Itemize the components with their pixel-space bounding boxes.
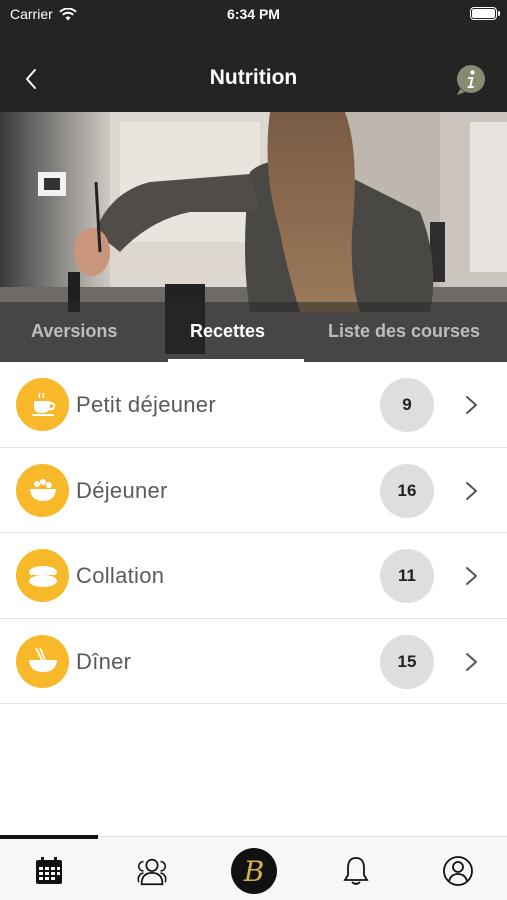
- info-icon: [457, 65, 485, 95]
- noodle-bowl-icon: [16, 634, 69, 688]
- recipe-count-badge: 11: [380, 549, 434, 603]
- status-time: 6:34 PM: [227, 6, 280, 22]
- category-label: Collation: [76, 563, 165, 588]
- brand-logo: B: [243, 854, 265, 888]
- status-bar: Carrier 6:34 PM: [0, 0, 507, 30]
- hero-photo: Aversions Recettes Liste des courses: [0, 112, 507, 362]
- battery-icon: [470, 7, 500, 20]
- category-label: Dîner: [76, 648, 132, 674]
- recipe-count-badge: 9: [380, 378, 434, 432]
- category-row-petit-dejeuner[interactable]: Petit déjeuner 9: [0, 362, 507, 448]
- active-tab-indicator: [0, 835, 98, 839]
- macaron-icon: [16, 549, 69, 602]
- page-title: Nutrition: [209, 66, 298, 89]
- category-label: Petit déjeuner: [76, 392, 216, 417]
- community-icon: [137, 858, 167, 886]
- category-row-collation[interactable]: Collation 11: [0, 533, 507, 619]
- category-row-diner[interactable]: Dîner 15: [0, 619, 507, 704]
- calendar-icon: [36, 857, 62, 884]
- category-row-dejeuner[interactable]: Déjeuner 16: [0, 448, 507, 533]
- coffee-cup-icon: [16, 378, 69, 431]
- tab-calendar[interactable]: [31, 853, 67, 889]
- tab-recettes[interactable]: Recettes: [190, 321, 265, 342]
- recipe-category-list: Petit déjeuner 9 Déjeuner 16 Collation 1…: [0, 362, 507, 704]
- chevron-right-icon: [466, 396, 477, 414]
- tab-liste-des-courses[interactable]: Liste des courses: [328, 321, 480, 342]
- nav-bar: Nutrition: [0, 30, 507, 112]
- info-button[interactable]: [455, 64, 487, 96]
- salad-bowl-icon: [16, 463, 69, 517]
- recipe-count-badge: 16: [380, 463, 434, 518]
- recipe-count-badge: 15: [380, 634, 434, 689]
- brand-logo-button[interactable]: B: [231, 848, 277, 894]
- chevron-right-icon: [466, 567, 477, 585]
- tab-profile[interactable]: [440, 853, 476, 889]
- profile-icon: [443, 856, 473, 886]
- tab-aversions[interactable]: Aversions: [31, 321, 117, 342]
- segment-tabs: Aversions Recettes Liste des courses: [0, 302, 507, 362]
- tab-notifications[interactable]: [338, 853, 374, 889]
- chevron-right-icon: [466, 481, 477, 500]
- category-label: Déjeuner: [76, 477, 168, 503]
- chevron-right-icon: [466, 652, 477, 671]
- bell-icon: [343, 857, 369, 885]
- bottom-tab-bar: B: [0, 835, 507, 900]
- tab-community[interactable]: [134, 853, 170, 889]
